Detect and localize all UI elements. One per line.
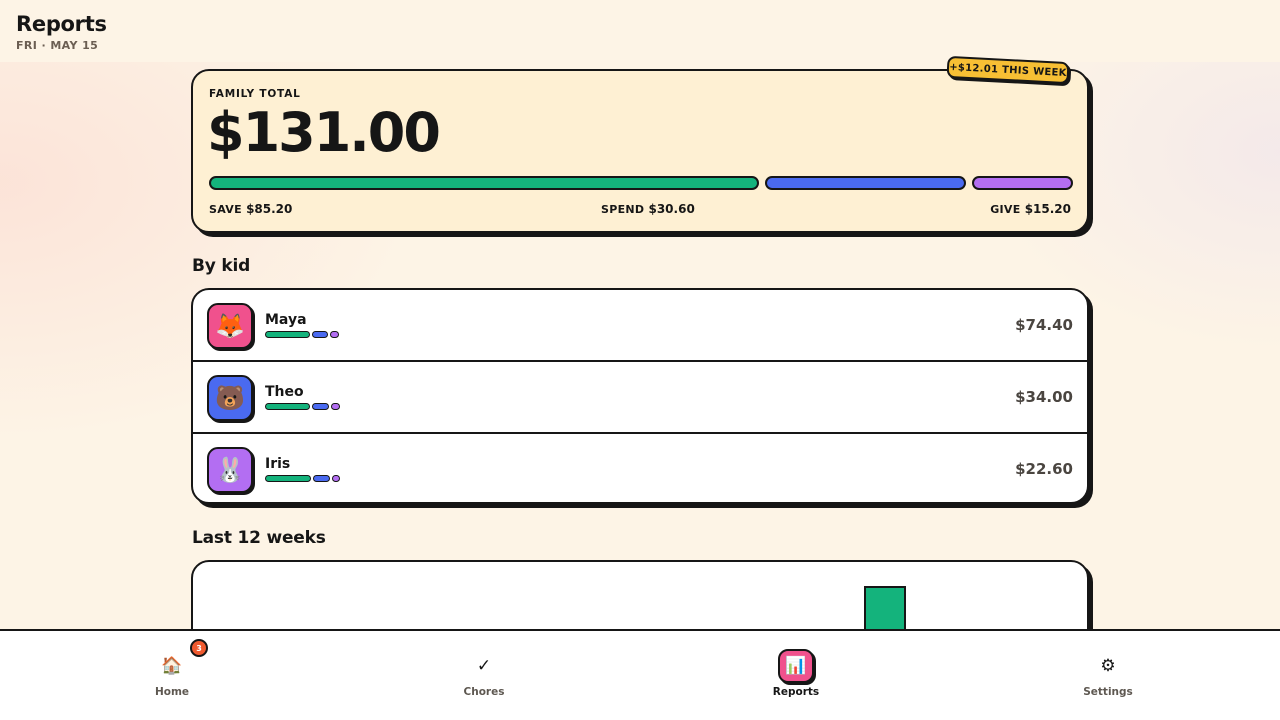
spend-amount: $30.60	[648, 202, 695, 216]
save-bar	[209, 176, 759, 190]
bar-chart-icon: 📊	[778, 649, 814, 683]
family-total-amount: $131.00	[207, 101, 441, 164]
spend-split-label: SPEND $30.60	[601, 202, 695, 216]
kid-balance: $34.00	[1015, 388, 1073, 406]
gear-icon: ⚙	[1100, 656, 1116, 676]
kid-row-iris[interactable]: 🐰 Iris $22.60	[193, 434, 1087, 502]
kid-save-bar	[265, 475, 311, 482]
kid-give-bar	[332, 475, 340, 482]
give-split-label: GIVE $15.20	[990, 202, 1071, 216]
kid-spend-bar	[312, 403, 329, 410]
give-bar	[972, 176, 1073, 190]
nav-label: Chores	[463, 686, 505, 698]
nav-reports[interactable]: 📊 Reports	[716, 631, 876, 720]
top-header: Reports FRI · MAY 15	[0, 0, 1280, 62]
bear-icon: 🐻	[207, 375, 253, 421]
kid-name: Theo	[265, 384, 304, 400]
family-total-card[interactable]: FAMILY TOTAL $131.00 SAVE $85.20 SPEND $…	[191, 69, 1089, 233]
kid-balance: $74.40	[1015, 316, 1073, 334]
kid-give-bar	[331, 403, 340, 410]
kid-spend-bar	[312, 331, 328, 338]
kids-list: 🦊 Maya $74.40 🐻 Theo $34.00 🐰 Iris $22.6…	[191, 288, 1089, 504]
page-date: FRI · MAY 15	[16, 39, 99, 52]
kid-save-bar	[265, 331, 310, 338]
home-icon: 🏠	[161, 656, 183, 676]
kid-row-theo[interactable]: 🐻 Theo $34.00	[193, 362, 1087, 434]
nav-home[interactable]: 🏠 3 Home	[92, 631, 252, 720]
rabbit-icon: 🐰	[207, 447, 253, 493]
notification-badge: 3	[190, 639, 208, 657]
kid-row-maya[interactable]: 🦊 Maya $74.40	[193, 290, 1087, 362]
family-total-label: FAMILY TOTAL	[209, 88, 301, 100]
nav-label: Reports	[772, 686, 820, 698]
nav-label: Home	[154, 686, 190, 698]
kid-give-bar	[330, 331, 339, 338]
by-kid-heading: By kid	[192, 256, 251, 276]
save-amount: $85.20	[246, 202, 293, 216]
nav-chores[interactable]: ✓ Chores	[404, 631, 564, 720]
check-icon: ✓	[476, 656, 492, 676]
page-title: Reports	[16, 12, 107, 36]
give-label: GIVE	[990, 203, 1021, 216]
kid-balance: $22.60	[1015, 460, 1073, 478]
kid-spend-bar	[313, 475, 330, 482]
spend-label: SPEND	[601, 203, 645, 216]
kid-save-bar	[265, 403, 310, 410]
spend-bar	[765, 176, 966, 190]
nav-label: Settings	[1083, 686, 1133, 698]
give-amount: $15.20	[1024, 202, 1071, 216]
last-12-weeks-heading: Last 12 weeks	[192, 528, 326, 548]
kid-name: Maya	[265, 312, 307, 328]
fox-icon: 🦊	[207, 303, 253, 349]
nav-settings[interactable]: ⚙ Settings	[1028, 631, 1188, 720]
bottom-nav: 🏠 3 Home ✓ Chores 📊 Reports ⚙ Settings	[0, 629, 1280, 720]
kid-name: Iris	[265, 456, 291, 472]
save-label: SAVE	[209, 203, 242, 216]
save-split-label: SAVE $85.20	[209, 202, 292, 216]
